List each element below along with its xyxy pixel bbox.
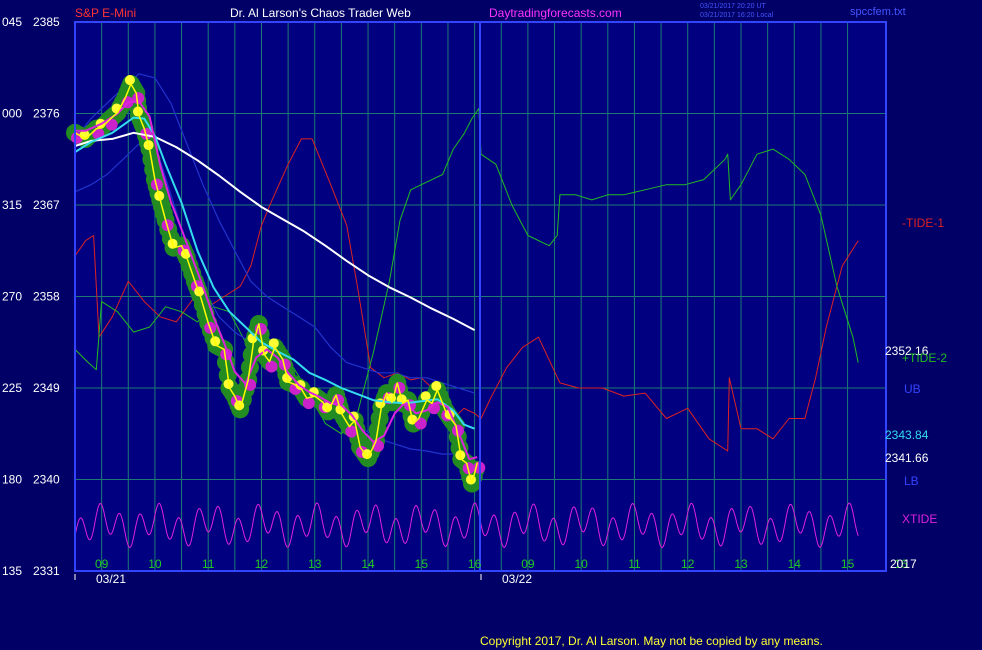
- y-tick-price-label: 2376: [33, 107, 60, 121]
- y-tick-price-label: 2340: [33, 473, 60, 487]
- cyan-value-label: 2343.84: [885, 428, 929, 442]
- tide2-label: +TIDE-2: [902, 351, 947, 365]
- y-tick-price-label: 2367: [33, 198, 60, 212]
- y-tick-price-label: 2331: [33, 564, 60, 578]
- magenta-dot: [414, 417, 427, 430]
- date-label-day1: 03/21: [96, 572, 126, 586]
- y-tick-left-label: 315: [2, 198, 22, 212]
- x-tick-label: 10: [574, 557, 588, 571]
- y-tick-price-label: 2358: [33, 290, 60, 304]
- x-tick-label: 14: [788, 557, 802, 571]
- x-tick-label: 16: [468, 557, 482, 571]
- site-label: Daytradingforecasts.com: [489, 6, 622, 20]
- y-tick-left-label: 045: [2, 15, 22, 29]
- chart: S&P E-Mini Dr. Al Larson's Chaos Trader …: [0, 0, 982, 650]
- y-tick-price-label: 2385: [33, 15, 60, 29]
- price-value-label: 2341.66: [885, 451, 929, 465]
- y-tick-left-label: 180: [2, 473, 22, 487]
- x-tick-label: 10: [148, 557, 162, 571]
- y-tick-left-label: 135: [2, 564, 22, 578]
- x-tick-label: 09: [521, 557, 535, 571]
- x-tick-label: 14: [361, 557, 375, 571]
- magenta-dot: [265, 360, 278, 373]
- tide1-label: -TIDE-1: [902, 216, 944, 230]
- x-tick-label: 12: [255, 557, 269, 571]
- date-label-day2: 03/22: [502, 572, 532, 586]
- upper-band-label: UB: [904, 382, 921, 396]
- x-tick-label: 09: [95, 557, 109, 571]
- x-tick-label: 11: [202, 557, 215, 571]
- xtide-label: XTIDE: [902, 512, 937, 526]
- copyright: Copyright 2017, Dr. Al Larson. May not b…: [480, 634, 823, 648]
- year-label: 2017: [890, 557, 917, 571]
- x-tick-label: 15: [841, 557, 855, 571]
- timestamp-ut: 03/21/2017 20:20 UT: [700, 3, 766, 10]
- x-tick-label: 12: [681, 557, 695, 571]
- chart-title: Dr. Al Larson's Chaos Trader Web: [230, 6, 411, 20]
- magenta-dot: [302, 397, 315, 410]
- data-file-label: spccfem.txt: [850, 6, 906, 18]
- y-tick-left-label: 000: [2, 107, 22, 121]
- x-tick-label: 13: [734, 557, 748, 571]
- x-tick-label: 15: [415, 557, 429, 571]
- yellow-dot: [124, 75, 135, 86]
- y-tick-left-label: 225: [2, 381, 22, 395]
- y-tick-left-label: 270: [2, 290, 22, 304]
- symbol-label: S&P E-Mini: [75, 6, 136, 20]
- yellow-dot: [431, 381, 442, 392]
- x-tick-label: 13: [308, 557, 322, 571]
- x-tick-label: 11: [628, 557, 641, 571]
- y-tick-price-label: 2349: [33, 381, 60, 395]
- lower-band-label: LB: [904, 474, 919, 488]
- timestamp-local: 03/21/2017 16:20 Local: [700, 12, 774, 19]
